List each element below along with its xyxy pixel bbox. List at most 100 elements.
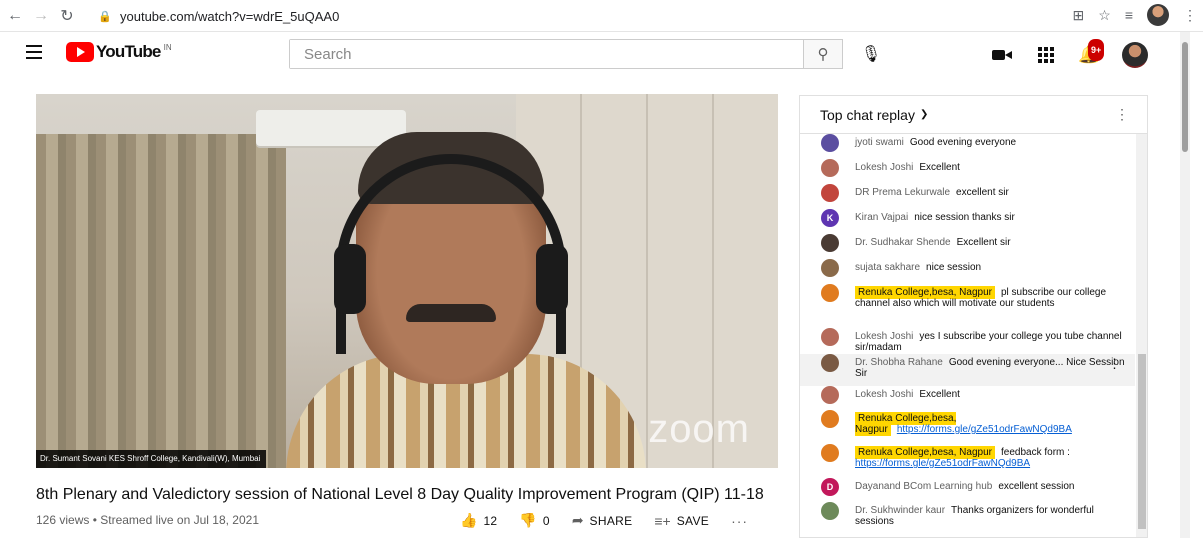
dislike-button[interactable]: 👎 0 [519,512,549,529]
chat-avatar[interactable] [821,259,839,277]
chat-message[interactable]: Renuka College,besa, Nagpur pl subscribe … [800,284,1135,328]
video-title: 8th Plenary and Valedictory session of N… [36,486,764,503]
chat-link[interactable]: https://forms.gle/gZe51odrFawNQd9BA [855,458,1030,469]
chat-author[interactable]: Kiran Vajpai [855,212,908,223]
chat-avatar[interactable] [821,410,839,428]
chat-message[interactable]: Dr. Sudhakar Shende Excellent sir [800,234,1135,259]
chevron-down-icon: ❯ [919,109,929,120]
chat-link[interactable]: https://forms.gle/gZe51odrFawNQd9BA [897,424,1072,435]
chat-avatar[interactable] [821,234,839,252]
chat-message[interactable]: sujata sakhare nice session [800,259,1135,284]
chat-author[interactable]: Lokesh Joshi [855,389,913,400]
chat-message[interactable]: Dr. Sukhwinder kaur Thanks organizers for… [800,502,1135,537]
bookmark-star-icon[interactable]: ☆ [1098,7,1111,24]
chat-author[interactable]: DR Prema Lekurwale [855,187,950,198]
chat-author[interactable]: jyoti swami [855,137,904,148]
create-video-icon[interactable] [992,47,1014,63]
chat-message[interactable]: Renuka College,besa, Nagpur feedback form… [800,444,1135,478]
chat-avatar[interactable] [821,328,839,346]
account-avatar[interactable] [1122,42,1148,68]
message-menu-icon[interactable]: ⋮ [1108,357,1121,370]
chat-message[interactable]: DR Prema Lekurwale excellent sir [800,184,1135,209]
video-background-curtain [36,134,286,468]
chat-text: nice session thanks sir [914,212,1015,223]
back-arrow-icon[interactable]: ← [4,5,26,27]
youtube-logo[interactable]: YouTube IN [66,42,172,62]
chat-avatar[interactable] [821,386,839,404]
reload-icon[interactable]: ↻ [56,5,78,27]
install-app-icon[interactable]: ⊞ [1073,7,1085,24]
chat-author[interactable]: Lokesh Joshi [855,162,913,173]
like-count: 12 [483,513,498,528]
chat-message-text: excellent sir [956,187,1009,198]
chat-avatar[interactable] [821,444,839,462]
chat-message-text: nice session [926,262,981,273]
chat-text: Excellent [919,389,960,400]
chat-message[interactable]: Lokesh Joshi Excellent [800,386,1135,410]
voice-search-button[interactable]: 🎙 [858,41,884,67]
thumbs-up-icon: 👍 [460,512,478,528]
more-actions-icon[interactable]: ··· [731,513,748,529]
chat-author[interactable]: Lokesh Joshi [855,331,913,342]
chat-text: excellent session [998,481,1075,492]
chat-author[interactable]: Dr. Sukhwinder kaur [855,505,945,516]
save-button[interactable]: ≡+ SAVE [654,513,709,529]
chat-message[interactable]: Lokesh Joshi yes I subscribe your college… [800,328,1135,354]
chat-replay-panel: Top chat replay ❯ ⋮ jyoti swami Good even… [799,95,1148,538]
logo-text: YouTube [96,42,161,61]
forward-arrow-icon[interactable]: → [30,5,52,27]
chat-message-text: excellent session [998,481,1074,492]
apps-grid-icon[interactable] [1038,47,1054,63]
chat-avatar[interactable] [821,354,839,372]
chat-author[interactable]: sujata sakhare [855,262,920,273]
hamburger-menu-icon[interactable] [26,45,42,59]
lock-icon: 🔒 [98,10,112,23]
zoom-watermark: zoom [648,407,750,451]
page-scrollbar-thumb[interactable] [1182,42,1188,152]
video-speaker [286,132,646,468]
speaker-name-caption: Dr. Sumant Sovani KES Shroff College, Ka… [36,450,267,468]
chat-avatar[interactable] [821,134,839,152]
chat-avatar[interactable] [821,502,839,520]
youtube-header: YouTube IN ⚲ 🎙 🔔9+ [0,32,1176,76]
chat-avatar[interactable] [821,184,839,202]
chat-avatar[interactable] [821,284,839,302]
search-button[interactable]: ⚲ [803,39,843,69]
chat-author[interactable]: Dr. Shobha Rahane [855,357,943,368]
notifications-bell-icon[interactable]: 🔔9+ [1078,39,1105,65]
chrome-menu-icon[interactable]: ⋮ [1183,7,1197,24]
chat-message[interactable]: Lokesh Joshi Excellent [800,159,1135,184]
microphone-icon: 🎙 [860,46,882,63]
video-player[interactable]: zoom Dr. Sumant Sovani KES Shroff Colleg… [36,94,778,468]
chat-menu-icon[interactable]: ⋮ [1115,106,1129,123]
chat-message[interactable]: D Dayanand BCom Learning hub excellent ses… [800,478,1135,502]
like-button[interactable]: 👍 12 [460,512,497,529]
chat-message-text: Excellent sir [957,237,1011,248]
browser-toolbar: ← → ↻ 🔒 youtube.com/watch?v=wdrE_5uQAA0 … [0,0,1203,32]
chat-message[interactable]: Renuka College,besa, Nagpur https://forms… [800,410,1135,444]
chat-author[interactable]: Dayanand BCom Learning hub [855,481,992,492]
share-label: SHARE [589,513,633,528]
chat-text: Excellent sir [956,237,1011,248]
page-scrollbar[interactable] [1180,32,1190,538]
chat-avatar[interactable] [821,159,839,177]
url-text[interactable]: youtube.com/watch?v=wdrE_5uQAA0 [120,9,339,24]
chat-avatar[interactable]: D [821,478,839,496]
chat-header[interactable]: Top chat replay ❯ ⋮ [800,96,1147,134]
chat-text: nice session [926,262,982,273]
chat-message[interactable]: K Kiran Vajpai nice session thanks sir [800,209,1135,234]
profile-avatar[interactable] [1147,4,1169,26]
save-label: SAVE [676,513,710,528]
address-bar[interactable]: 🔒 youtube.com/watch?v=wdrE_5uQAA0 [92,4,1118,28]
chat-avatar[interactable]: K [821,209,839,227]
chat-message[interactable]: Dr. Shobha Rahane Good evening everyone..… [800,354,1135,386]
chat-message-text: nice session thanks sir [914,212,1015,223]
chat-scrollbar[interactable] [1136,134,1147,537]
share-button[interactable]: ➦ SHARE [572,512,633,529]
chat-message[interactable]: jyoti swami Good evening everyone [800,134,1135,159]
search-icon: ⚲ [817,46,829,63]
chat-scrollbar-thumb[interactable] [1138,354,1146,529]
reading-list-icon[interactable]: ≡ [1125,7,1133,23]
chat-author[interactable]: Dr. Sudhakar Shende [855,237,951,248]
search-input[interactable] [290,40,803,68]
